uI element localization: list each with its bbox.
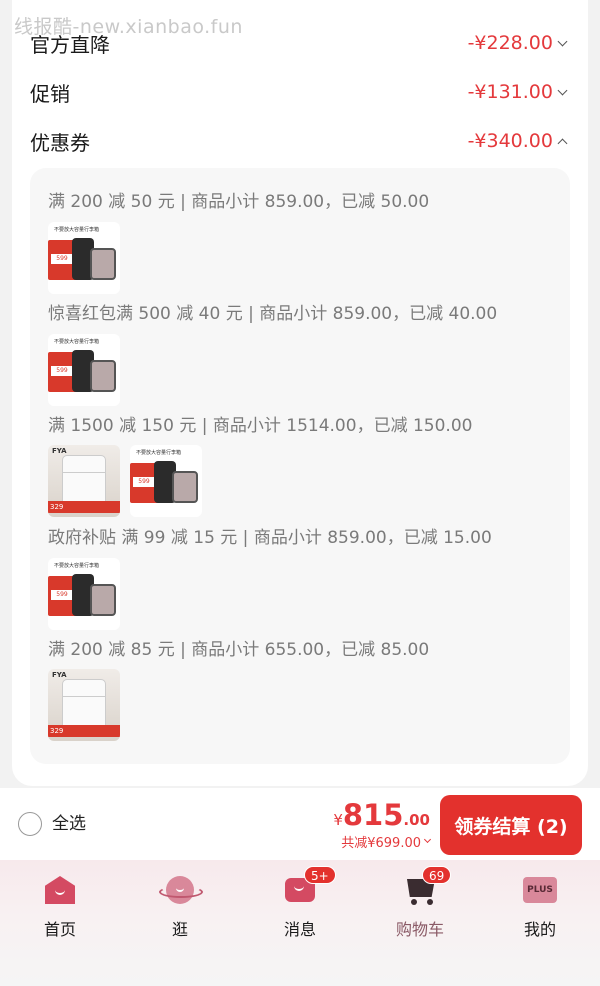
discount-amount: -¥131.00 xyxy=(467,81,553,103)
thumbnail-caption: 不要放大容量行李箱 xyxy=(54,339,100,345)
tab-label: 首页 xyxy=(43,920,76,939)
tab-browse[interactable]: 逛 xyxy=(120,870,240,940)
chevron-down-icon xyxy=(557,36,568,46)
coupon-title: 满 200 减 85 元 | 商品小计 655.00，已减 85.00 xyxy=(48,640,430,660)
total-price: ¥815.00 xyxy=(333,798,430,832)
checkout-button[interactable]: 领券结算 (2) xyxy=(440,795,582,855)
coupon-title: 惊喜红包满 500 减 40 元 | 商品小计 859.00，已减 40.00 xyxy=(48,304,498,324)
thumbnail-caption: 不要放大容量行李箱 xyxy=(136,450,182,456)
thumbnail-brand: FYA xyxy=(52,447,67,455)
discount-amount: -¥340.00 xyxy=(467,130,553,152)
discount-row-promo[interactable]: 促销 -¥131.00 xyxy=(30,72,568,112)
discount-label: 促销 xyxy=(30,81,70,106)
product-thumbnail-luggage[interactable]: 不要放大容量行李箱 599 xyxy=(48,334,120,406)
thumbnail-brand: FYA xyxy=(52,671,67,679)
select-all-label[interactable]: 全选 xyxy=(52,812,86,836)
thumbnail-caption: 不要放大容量行李箱 xyxy=(54,227,100,233)
thumbnail-caption: 不要放大容量行李箱 xyxy=(54,563,100,569)
message-badge: 5+ xyxy=(304,866,336,884)
tab-label: 我的 xyxy=(523,920,556,939)
tab-cart[interactable]: 69 购物车 xyxy=(360,866,480,940)
thumbnail-price: 599 xyxy=(51,366,73,376)
coupon-detail-panel: 满 200 减 50 元 | 商品小计 859.00，已减 50.00 不要放大… xyxy=(30,168,570,764)
thumbnail-price: 329 xyxy=(48,725,120,737)
coupon-title: 满 200 减 50 元 | 商品小计 859.00，已减 50.00 xyxy=(48,192,430,212)
chevron-down-icon xyxy=(557,85,568,95)
saved-amount[interactable]: 共减¥699.00 xyxy=(341,832,432,851)
tab-label: 购物车 xyxy=(395,920,444,939)
currency-symbol: ¥ xyxy=(333,811,343,829)
tab-label: 逛 xyxy=(171,920,188,939)
tab-mine[interactable]: PLUS 我的 xyxy=(480,870,600,940)
discount-label: 优惠券 xyxy=(30,130,90,155)
total-integer: 815 xyxy=(342,798,404,832)
watermark: 线报酷-new.xianbao.fun xyxy=(14,16,243,38)
chevron-down-icon xyxy=(423,835,432,844)
tab-label: 消息 xyxy=(283,920,316,939)
chevron-up-icon xyxy=(557,138,568,148)
tab-messages[interactable]: 5+ 消息 xyxy=(240,866,360,940)
discount-card: 官方直降 -¥228.00 促销 -¥131.00 优惠券 -¥340.00 满… xyxy=(12,0,588,786)
home-icon xyxy=(45,876,75,904)
thumbnail-price: 599 xyxy=(51,590,73,600)
product-thumbnail-fridge[interactable]: FYA 329 xyxy=(48,669,120,741)
product-thumbnail-luggage[interactable]: 不要放大容量行李箱 599 xyxy=(48,222,120,294)
select-all-checkbox[interactable] xyxy=(18,812,42,836)
plus-icon: PLUS xyxy=(523,877,557,903)
coupon-title: 政府补贴 满 99 减 15 元 | 商品小计 859.00，已减 15.00 xyxy=(48,528,492,548)
coupon-title: 满 1500 减 150 元 | 商品小计 1514.00，已减 150.00 xyxy=(48,416,473,436)
discount-amount: -¥228.00 xyxy=(467,32,553,54)
cart-badge: 69 xyxy=(422,866,452,884)
thumbnail-price: 329 xyxy=(48,501,120,513)
planet-icon xyxy=(159,876,203,904)
total-decimal: .00 xyxy=(403,811,430,829)
bottom-tab-bar: 首页 逛 5+ 消息 69 购物车 PLUS 我的 xyxy=(0,860,600,986)
tab-home[interactable]: 首页 xyxy=(0,870,120,940)
thumbnail-price: 599 xyxy=(51,254,73,264)
discount-row-coupon[interactable]: 优惠券 -¥340.00 xyxy=(30,121,568,161)
product-thumbnail-luggage[interactable]: 不要放大容量行李箱 599 xyxy=(130,445,202,517)
product-thumbnail-luggage[interactable]: 不要放大容量行李箱 599 xyxy=(48,558,120,630)
checkout-bar: 全选 ¥815.00 共减¥699.00 领券结算 (2) xyxy=(0,788,600,860)
saved-text: 共减¥699.00 xyxy=(341,836,421,851)
thumbnail-price: 599 xyxy=(133,477,155,487)
product-thumbnail-fridge[interactable]: FYA 329 xyxy=(48,445,120,517)
